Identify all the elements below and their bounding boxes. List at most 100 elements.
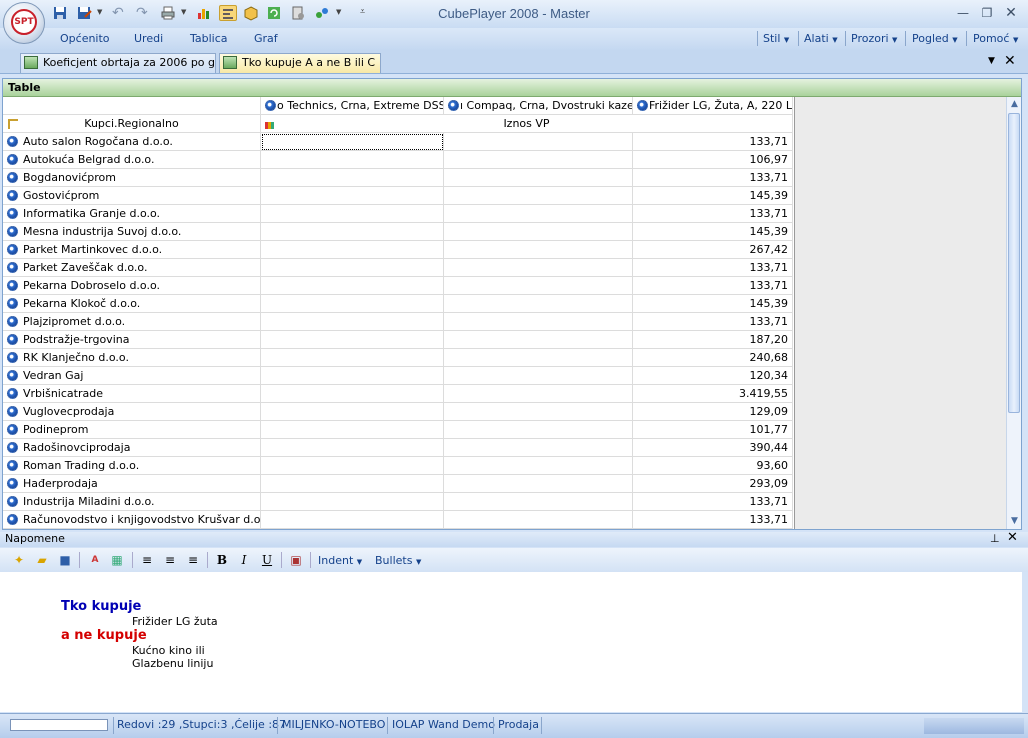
- data-cell[interactable]: [444, 421, 633, 439]
- tab-tko-kupuje[interactable]: Tko kupuje A a ne B ili C: [219, 53, 381, 73]
- row-header[interactable]: Računovodstvo i knjigovodstvo Krušvar d.…: [3, 511, 261, 529]
- tab-list-dropdown-icon[interactable]: ▼: [988, 56, 995, 66]
- restore-icon[interactable]: ❐: [976, 5, 998, 21]
- measure-header[interactable]: Iznos VP: [261, 115, 793, 133]
- data-cell[interactable]: 129,09: [633, 403, 793, 421]
- connect-icon[interactable]: [314, 5, 332, 21]
- customize-toolbar-icon[interactable]: ⩡: [360, 7, 365, 17]
- data-cell[interactable]: [261, 367, 444, 385]
- menu-pogled[interactable]: Pogled ▼: [912, 32, 958, 45]
- data-cell[interactable]: 133,71: [633, 169, 793, 187]
- cube-icon[interactable]: [243, 5, 261, 21]
- data-cell[interactable]: [444, 385, 633, 403]
- data-cell[interactable]: [261, 439, 444, 457]
- dropdown-arrow-icon[interactable]: ▼: [97, 8, 102, 16]
- data-cell[interactable]: [261, 223, 444, 241]
- row-header[interactable]: Pekarna Klokoč d.o.o.: [3, 295, 261, 313]
- indent-dropdown[interactable]: Indent ▼: [318, 554, 362, 567]
- scroll-thumb[interactable]: [1008, 113, 1020, 413]
- data-cell[interactable]: [261, 169, 444, 187]
- menu-uredi[interactable]: Uredi: [134, 32, 163, 45]
- close-icon[interactable]: ✕: [1000, 5, 1022, 21]
- column-header[interactable]: Frižider LG, Žuta, A, 220 L: [633, 97, 793, 115]
- save-icon[interactable]: [52, 5, 70, 21]
- data-cell[interactable]: [261, 259, 444, 277]
- vertical-scrollbar[interactable]: ▲ ▼: [1006, 97, 1021, 529]
- close-tab-icon[interactable]: ✕: [1004, 53, 1016, 69]
- row-header[interactable]: Industrija Miladini d.o.o.: [3, 493, 261, 511]
- data-cell[interactable]: 3.419,55: [633, 385, 793, 403]
- row-header[interactable]: Gostovićprom: [3, 187, 261, 205]
- row-header[interactable]: Bogdanovićprom: [3, 169, 261, 187]
- row-header[interactable]: Parket Zaveščak d.o.o.: [3, 259, 261, 277]
- column-header[interactable]: ı Compaq, Crna, Dvostruki kazetofo: [444, 97, 633, 115]
- save-as-icon[interactable]: [76, 5, 94, 21]
- data-cell[interactable]: 133,71: [633, 313, 793, 331]
- data-cell[interactable]: 187,20: [633, 331, 793, 349]
- scroll-up-icon[interactable]: ▲: [1007, 97, 1022, 112]
- insert-image-icon[interactable]: ▣: [287, 552, 305, 568]
- table-insert-icon[interactable]: ▦: [108, 552, 126, 568]
- data-cell[interactable]: 145,39: [633, 295, 793, 313]
- data-cell[interactable]: [444, 133, 633, 151]
- data-cell[interactable]: [261, 511, 444, 529]
- font-color-icon[interactable]: A: [86, 552, 104, 568]
- row-header[interactable]: RK Klanječno d.o.o.: [3, 349, 261, 367]
- data-cell[interactable]: [261, 331, 444, 349]
- data-cell[interactable]: [261, 205, 444, 223]
- data-cell[interactable]: [444, 151, 633, 169]
- dropdown-arrow-icon[interactable]: ▼: [181, 8, 186, 16]
- data-cell[interactable]: [444, 205, 633, 223]
- data-cell[interactable]: [261, 385, 444, 403]
- undo-icon[interactable]: ↶: [112, 5, 130, 21]
- data-cell[interactable]: [444, 511, 633, 529]
- data-cell[interactable]: 145,39: [633, 223, 793, 241]
- dropdown-arrow-icon[interactable]: ▼: [336, 8, 341, 16]
- row-header[interactable]: Auto salon Rogočana d.o.o.: [3, 133, 261, 151]
- data-cell[interactable]: [444, 169, 633, 187]
- row-header[interactable]: Parket Martinkovec d.o.o.: [3, 241, 261, 259]
- data-cell[interactable]: [261, 187, 444, 205]
- data-cell[interactable]: [261, 349, 444, 367]
- data-cell[interactable]: 133,71: [633, 259, 793, 277]
- data-cell[interactable]: 240,68: [633, 349, 793, 367]
- row-header[interactable]: Podineprom: [3, 421, 261, 439]
- data-cell[interactable]: [261, 457, 444, 475]
- bullets-dropdown[interactable]: Bullets ▼: [375, 554, 421, 567]
- pivot-icon[interactable]: [219, 5, 237, 21]
- data-cell[interactable]: [261, 133, 444, 151]
- app-logo[interactable]: SPT: [3, 2, 45, 44]
- row-header[interactable]: Roman Trading d.o.o.: [3, 457, 261, 475]
- data-cell[interactable]: [444, 367, 633, 385]
- underline-icon[interactable]: U: [258, 552, 276, 568]
- data-cell[interactable]: [261, 403, 444, 421]
- data-cell[interactable]: 133,71: [633, 511, 793, 529]
- tab-koeficjent[interactable]: Koeficjent obrtaja za 2006 po g...: [20, 53, 216, 73]
- data-cell[interactable]: 145,39: [633, 187, 793, 205]
- data-cell[interactable]: [261, 295, 444, 313]
- data-cell[interactable]: [261, 241, 444, 259]
- row-header[interactable]: Plajzipromet d.o.o.: [3, 313, 261, 331]
- data-cell[interactable]: [261, 475, 444, 493]
- pin-icon[interactable]: ⊥: [990, 532, 1000, 546]
- data-cell[interactable]: [444, 349, 633, 367]
- data-cell[interactable]: [444, 277, 633, 295]
- data-cell[interactable]: [444, 331, 633, 349]
- data-cell[interactable]: [444, 187, 633, 205]
- open-folder-icon[interactable]: ▰: [33, 552, 51, 568]
- close-notes-icon[interactable]: ✕: [1007, 531, 1018, 545]
- align-right-icon[interactable]: ≡: [184, 552, 202, 568]
- row-header[interactable]: Pekarna Dobroselo d.o.o.: [3, 277, 261, 295]
- data-cell[interactable]: [444, 259, 633, 277]
- italic-icon[interactable]: I: [235, 552, 253, 568]
- data-cell[interactable]: [261, 151, 444, 169]
- chart-icon[interactable]: [196, 5, 214, 21]
- data-cell[interactable]: [261, 277, 444, 295]
- row-header[interactable]: Vedran Gaj: [3, 367, 261, 385]
- save-icon[interactable]: ■: [56, 552, 74, 568]
- menu-alati[interactable]: Alati ▼: [804, 32, 838, 45]
- row-header[interactable]: Mesna industrija Suvoj d.o.o.: [3, 223, 261, 241]
- row-header[interactable]: Autokuća Belgrad d.o.o.: [3, 151, 261, 169]
- scroll-down-icon[interactable]: ▼: [1007, 514, 1022, 529]
- menu-opcenito[interactable]: Općenito: [60, 32, 110, 45]
